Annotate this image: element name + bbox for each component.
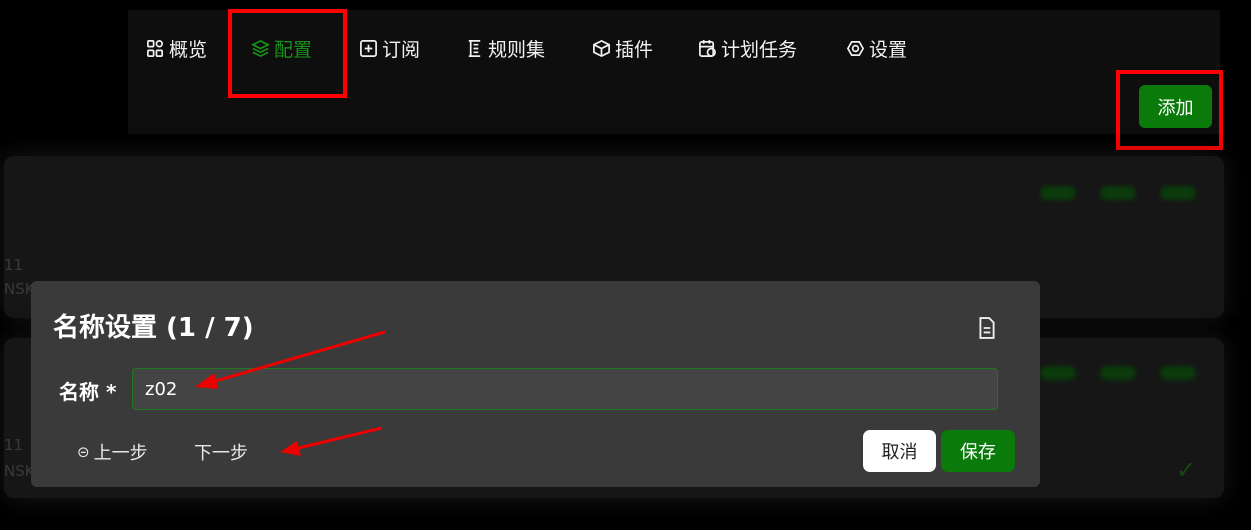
cube-icon: [593, 39, 610, 57]
name-settings-dialog: 名称设置 (1 / 7) 名称 * ⊝ 上一步 下一步 取消 保存: [31, 281, 1040, 487]
card-faint-text: NSK: [4, 462, 35, 480]
nav-item-label: 设置: [869, 38, 908, 61]
card-faint-text: 11: [4, 436, 24, 454]
nav-item-subscription[interactable]: 订阅: [359, 34, 420, 62]
nav-item-label: 概览: [169, 38, 208, 61]
prev-step-label: 上一步: [93, 443, 148, 464]
card-faint-text: NSK: [4, 280, 35, 298]
nav-item-ruleset[interactable]: 规则集: [465, 34, 545, 62]
name-field-label: 名称 *: [59, 380, 117, 404]
minus-circle-icon: ⊝: [77, 443, 90, 461]
nav-item-overview[interactable]: 概览: [146, 34, 207, 62]
name-input[interactable]: [132, 368, 998, 410]
card-tag: [1040, 366, 1076, 380]
document-icon[interactable]: [976, 317, 998, 339]
card-tag: [1100, 186, 1136, 200]
subscription-icon: [360, 39, 377, 57]
card-faint-text: 11: [4, 256, 24, 274]
ruleset-icon: [468, 39, 481, 57]
nav-item-label: 规则集: [488, 38, 546, 61]
save-button[interactable]: 保存: [941, 430, 1015, 472]
calendar-icon: [699, 39, 716, 57]
cancel-button[interactable]: 取消: [863, 430, 936, 472]
nav-item-scheduled-tasks[interactable]: 计划任务: [698, 34, 797, 62]
card-tag: [1160, 186, 1196, 200]
highlight-add-button: [1116, 70, 1223, 150]
check-icon: ✓: [1176, 456, 1197, 484]
nav-item-plugins[interactable]: 插件: [592, 34, 653, 62]
next-step-label: 下一步: [194, 443, 248, 464]
nav-item-label: 订阅: [382, 38, 421, 61]
next-step-button[interactable]: 下一步: [194, 439, 248, 465]
card-tag: [1160, 366, 1196, 380]
highlight-config-tab: [228, 9, 347, 98]
dialog-title: 名称设置 (1 / 7): [53, 313, 254, 343]
gear-icon: [846, 40, 865, 56]
nav-item-label: 插件: [615, 38, 654, 61]
card-tag: [1040, 186, 1076, 200]
card-tag: [1100, 366, 1136, 380]
prev-step-button[interactable]: ⊝ 上一步: [77, 439, 148, 465]
nav-item-label: 计划任务: [721, 38, 798, 61]
nav-item-settings[interactable]: 设置: [846, 34, 907, 62]
grid-icon: [147, 39, 164, 57]
